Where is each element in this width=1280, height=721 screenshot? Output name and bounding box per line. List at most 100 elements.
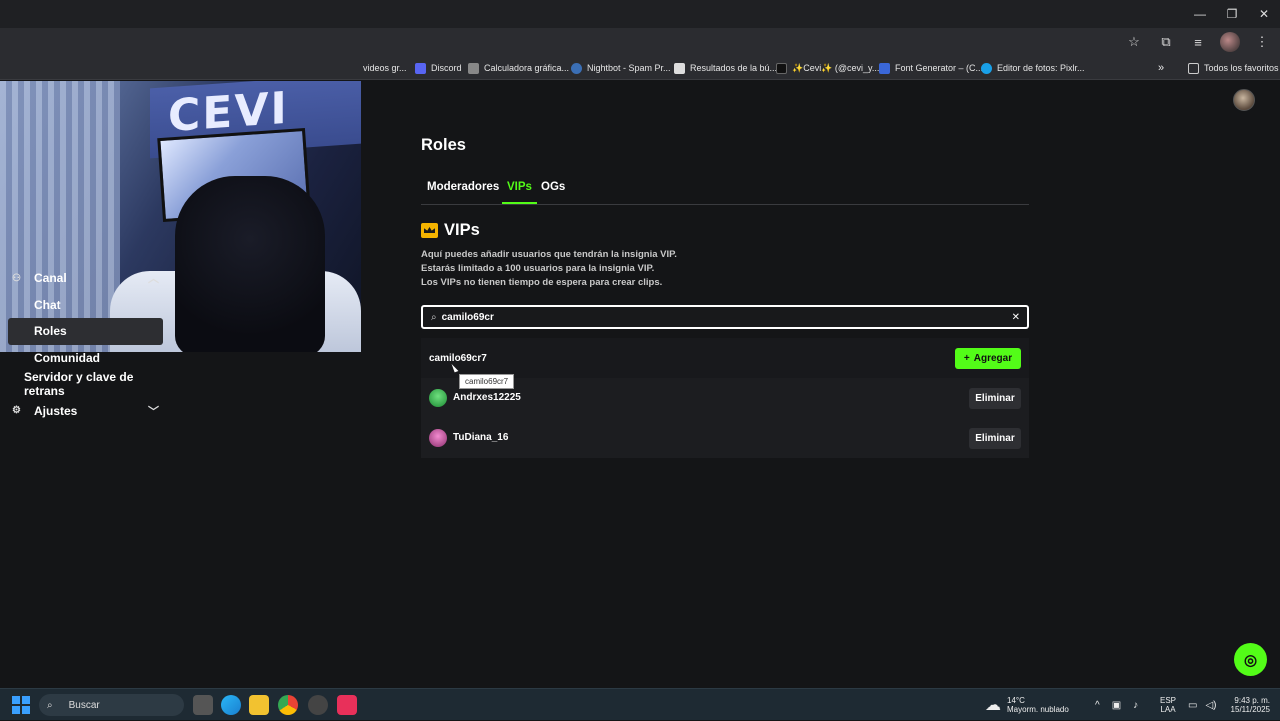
weather-desc: Mayorm. nublado [1007,705,1069,714]
description-line: Estarás limitado a 100 usuarios para la … [421,263,655,274]
section-heading: VIPs [421,221,480,240]
sidebar: ⚇ Canal ︿ Chat Roles Comunidad Servidor … [0,265,175,424]
keyboard-layout: LAA [1160,705,1176,714]
language-code: ESP [1160,696,1177,705]
clear-search-icon[interactable]: ✕ [1012,312,1020,323]
description-line: Aquí puedes añadir usuarios que tendrán … [421,249,677,260]
weather-temp: 14°C [1007,696,1025,705]
tiktok-studio-icon[interactable] [337,695,357,715]
display-icon: ▭ [1188,699,1198,711]
font-generator-icon [879,62,890,74]
bookmark-item[interactable]: videos gr... [363,60,407,76]
browser-titlebar: — ❐ ✕ [0,0,1280,28]
bookmarks-overflow-button[interactable]: » [1158,60,1164,76]
chevron-down-icon: ﹀ [148,405,159,418]
all-favorites-label: Todos los favoritos [1204,63,1279,73]
bookmark-label: Resultados de la bú... [690,63,778,73]
chevron-up-icon[interactable]: ^ [1095,700,1100,711]
bookmark-item[interactable]: Discord [415,60,462,76]
clock[interactable]: 9:43 p. m. 15/11/2025 [1224,689,1270,721]
plus-icon: + [963,353,970,364]
bookmark-label: videos gr... [363,63,407,73]
gear-icon: ⚙ [12,405,21,417]
bookmark-label: Nightbot - Spam Pr... [587,63,671,73]
taskbar-search[interactable]: ⌕ Buscar [39,694,184,716]
sidebar-item-servidor[interactable]: Servidor y clave de retrans [0,370,175,399]
bookmarks-bar: videos gr... Discord Calculadora gráfica… [0,55,1280,80]
bookmark-item[interactable]: Resultados de la bú... [674,60,777,76]
system-tray: ^ ▣ ♪ [1095,689,1138,721]
page-title: Roles [421,136,466,154]
more-menu-icon[interactable]: ⋮ [1252,32,1272,52]
calculator-icon [468,62,479,74]
sidebar-item-canal[interactable]: ⚇ Canal ︿ [0,265,175,292]
windows-taskbar: ⌕ Buscar ☁ 14°C Mayorm. nublado ^ ▣ ♪ ES… [0,688,1280,720]
bookmark-item[interactable]: ✨Cevi✨ (@cevi_y... [776,60,879,76]
description-line: Los VIPs no tienen tiempo de espera para… [421,277,663,288]
search-result-row: camilo69cr7 + Agregar [421,338,1029,378]
bookmark-item[interactable]: Editor de fotos: Pixlr... [981,60,1085,76]
extensions-icon[interactable]: ⧉ [1156,32,1176,52]
add-vip-button[interactable]: + Agregar [955,348,1021,369]
browser-profile-icon[interactable] [1220,32,1240,52]
search-input[interactable] [441,311,982,323]
taskbar-search-label: Buscar [68,699,100,711]
user-avatar[interactable] [1233,89,1255,111]
search-field: ⌕ ✕ [421,305,1029,329]
restore-button[interactable]: ❐ [1216,0,1248,28]
tab-vips[interactable]: VIPs [502,179,537,204]
file-explorer-icon[interactable] [249,695,269,715]
search-result-username[interactable]: camilo69cr7 [429,353,487,364]
sidebar-item-label: Servidor y clave de retrans [24,370,134,399]
clock-date: 15/11/2025 [1230,705,1270,714]
username-tooltip: camilo69cr7 [459,374,515,389]
discord-icon [415,62,426,74]
bookmark-label: ✨Cevi✨ (@cevi_y... [792,62,880,73]
sidebar-item-label: Chat [34,297,61,312]
sidebar-item-chat[interactable]: Chat [0,292,175,319]
close-window-button[interactable]: ✕ [1248,0,1280,28]
microphone-icon[interactable]: ♪ [1133,700,1138,711]
pixlr-icon [981,62,992,74]
star-icon[interactable]: ☆ [1124,32,1144,52]
tab-moderadores[interactable]: Moderadores [427,179,499,204]
obs-icon[interactable] [308,695,328,715]
bookmark-item[interactable]: Font Generator – (C... [879,60,983,76]
minimize-button[interactable]: — [1184,0,1216,28]
document-icon [674,62,685,74]
chrome-icon[interactable] [278,695,298,715]
add-button-label: Agregar [973,353,1013,364]
windows-start-icon[interactable] [12,696,30,714]
weather-widget[interactable]: ☁ 14°C Mayorm. nublado [985,689,1069,721]
sidebar-item-label: Roles [34,324,67,339]
sidebar-item-label: Canal [34,271,67,286]
language-indicator[interactable]: ESP LAA [1160,689,1176,721]
tab-ogs[interactable]: OGs [541,179,565,204]
bookmark-item[interactable]: Nightbot - Spam Pr... [571,60,671,76]
media-icon[interactable]: ≡ [1188,32,1208,52]
sidebar-item-roles[interactable]: Roles [8,318,163,345]
channel-icon: ⚇ [12,272,21,284]
headset-icon: ◎ [1243,651,1258,669]
task-view-icon[interactable] [193,695,213,715]
edge-icon[interactable] [221,695,241,715]
all-favorites-folder[interactable]: Todos los favoritos [1188,60,1279,76]
bookmark-label: Discord [431,63,462,73]
network-icon[interactable]: ▣ [1112,700,1121,711]
section-description: Aquí puedes añadir usuarios que tendrán … [421,248,677,290]
cloud-icon: ☁ [985,697,1001,714]
quick-settings[interactable]: ▭ ◁) [1188,689,1216,721]
remove-vip-button[interactable]: Eliminar [969,428,1021,449]
crown-icon [421,223,438,238]
remove-vip-button[interactable]: Eliminar [969,388,1021,409]
sidebar-item-label: Ajustes [34,403,78,418]
sidebar-item-comunidad[interactable]: Comunidad [0,345,175,372]
roles-tabs: Moderadores VIPs OGs [421,179,1029,205]
bookmark-label: Calculadora gráfica... [484,63,570,73]
support-chat-button[interactable]: ◎ [1234,643,1267,676]
sidebar-item-ajustes[interactable]: ⚙ Ajustes ﹀ [0,398,175,425]
volume-icon: ◁) [1205,699,1217,711]
bookmark-item[interactable]: Calculadora gráfica... [468,60,569,76]
search-icon: ⌕ [47,699,53,711]
folder-icon [1188,62,1199,74]
